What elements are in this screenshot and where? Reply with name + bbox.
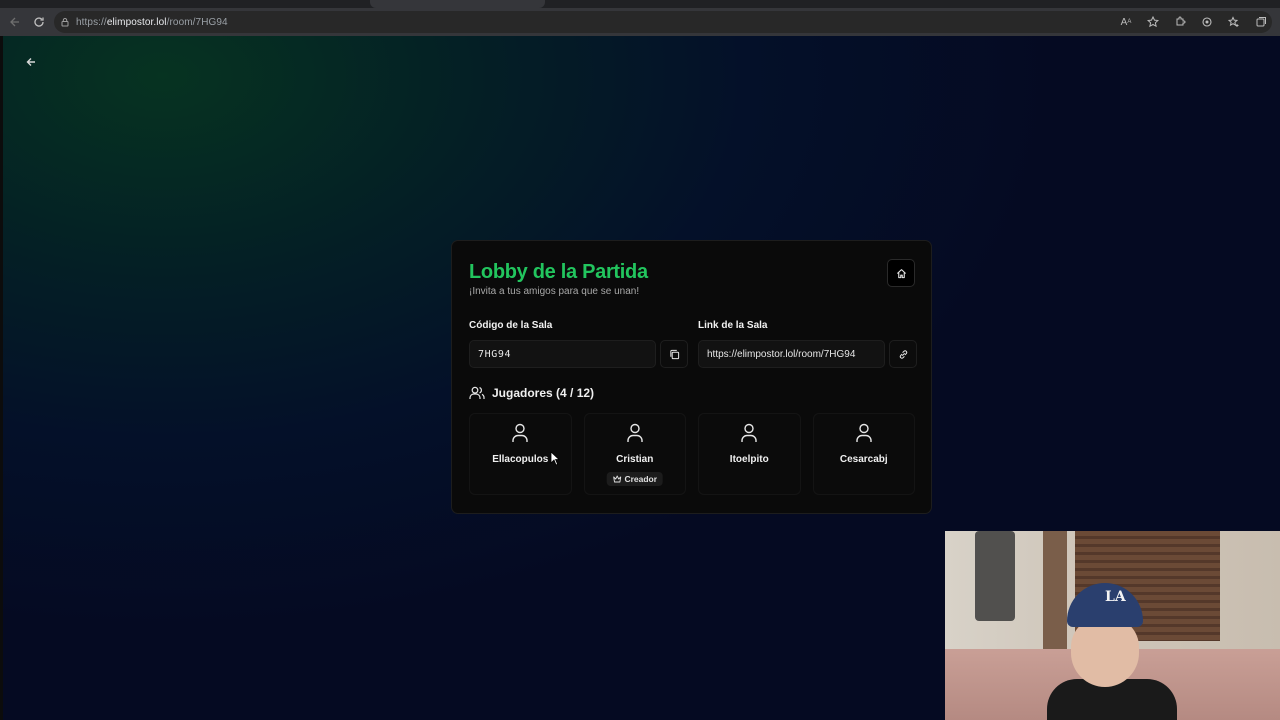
player-card: Cesarcabj [812,413,915,495]
users-icon [469,386,485,399]
mouse-cursor-icon [550,451,560,466]
back-icon[interactable] [4,11,26,33]
tab-strip [0,0,1280,8]
reload-icon[interactable] [28,11,50,33]
user-icon [512,423,528,442]
player-name: Cristian [616,454,654,465]
collections-icon[interactable] [1250,11,1272,33]
url-domain: elimpostor.lol [106,16,167,28]
user-icon [627,423,643,442]
player-card: Cristian Creador [583,413,686,495]
active-tab[interactable] [370,0,545,8]
player-card: Itoelpito [698,413,801,495]
address-bar[interactable]: https://elimpostor.lol/room/7HG94 [54,11,1272,33]
creator-badge-label: Creador [624,474,658,484]
player-name: Cesarcabj [839,454,888,465]
webcam-hanging-clothes [975,531,1015,621]
user-icon [741,423,757,442]
extensions-icon[interactable] [1169,11,1191,33]
browser-toolbar: https://elimpostor.lol/room/7HG94 AA [0,8,1280,36]
home-icon [896,268,906,278]
creator-badge: Creador [606,472,664,486]
room-code-label: Código de la Sala [469,320,553,331]
favorite-star-icon[interactable] [1142,11,1164,33]
webcam-overlay: LA [945,531,1280,720]
favorites-icon[interactable] [1223,11,1245,33]
toolbar-actions: AA [1115,11,1272,33]
webcam-person-cap: LA [1067,583,1143,627]
site-info-icon[interactable] [54,17,76,27]
url-path: /room/7HG94 [166,16,228,28]
lobby-card: Lobby de la Partida ¡Invita a tus amigos… [451,240,932,514]
read-aloud-icon[interactable]: AA [1115,11,1137,33]
crown-icon [613,475,621,483]
home-button[interactable] [887,259,915,287]
webcam-person-face [1071,617,1139,687]
link-icon [899,349,907,359]
lobby-title: Lobby de la Partida [469,261,648,283]
copy-code-button[interactable] [660,340,688,368]
room-link-field[interactable]: https://elimpostor.lol/room/7HG94 [698,340,885,368]
players-grid: Ellacopulos Cristian Creador Itoelpito C… [469,413,915,495]
room-link-label: Link de la Sala [698,320,768,331]
browser-essentials-icon[interactable] [1196,11,1218,33]
user-icon [856,423,872,442]
url-scheme: https:// [76,16,107,28]
copy-icon [669,349,679,359]
room-code-field[interactable]: 7HG94 [469,340,656,368]
url-text: https://elimpostor.lol/room/7HG94 [76,17,228,28]
players-heading: Jugadores (4 / 12) [469,386,594,400]
lobby-subtitle: ¡Invita a tus amigos para que se unan! [469,286,640,297]
webcam-person: LA [1047,583,1177,720]
back-arrow-icon[interactable] [23,54,39,70]
players-count-text: Jugadores (4 / 12) [492,386,595,400]
copy-link-button[interactable] [889,340,917,368]
player-name: Itoelpito [729,454,769,465]
cap-logo: LA [1105,589,1126,605]
